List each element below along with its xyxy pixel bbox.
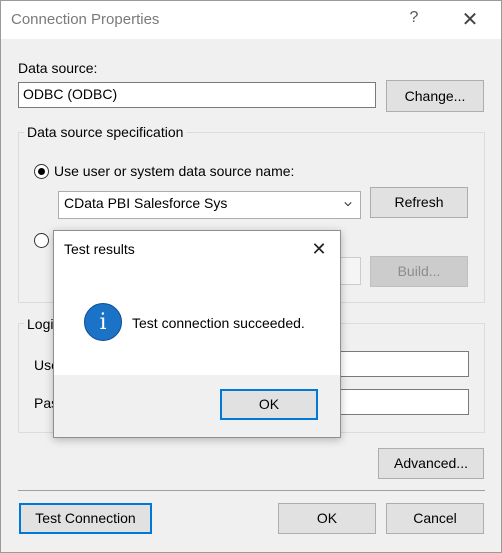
data-source-field[interactable]: ODBC (ODBC) [18, 82, 376, 108]
user-name-field[interactable] [321, 351, 469, 377]
login-group-title: Logi [24, 316, 57, 332]
change-button[interactable]: Change... [386, 80, 484, 112]
footer-separator [18, 490, 485, 491]
test-results-footer: OK [54, 375, 340, 437]
window-title: Connection Properties [11, 11, 160, 28]
close-icon[interactable]: ✕ [306, 237, 332, 261]
chevron-down-icon [344, 202, 352, 207]
advanced-button[interactable]: Advanced... [378, 448, 484, 479]
dsn-select[interactable]: CData PBI Salesforce Sys [58, 191, 361, 219]
test-connection-button[interactable]: Test Connection [19, 503, 152, 534]
test-results-title: Test results [64, 241, 135, 257]
refresh-button[interactable]: Refresh [370, 187, 468, 218]
cancel-button[interactable]: Cancel [386, 503, 484, 534]
radio-selected-dot [38, 168, 45, 175]
info-icon: i [84, 303, 122, 341]
data-source-label: Data source: [18, 60, 98, 76]
test-results-dialog: Test results ✕ i Test connection succeed… [53, 230, 341, 438]
help-button[interactable]: ? [404, 9, 424, 31]
test-results-message: Test connection succeeded. [132, 315, 305, 331]
password-field[interactable] [321, 389, 469, 415]
use-dsn-label[interactable]: Use user or system data source name: [54, 163, 294, 179]
data-source-value: ODBC (ODBC) [23, 86, 118, 102]
test-results-ok-button[interactable]: OK [220, 389, 318, 420]
ok-button[interactable]: OK [278, 503, 376, 534]
build-button: Build... [370, 256, 468, 287]
close-icon[interactable]: ✕ [456, 9, 484, 31]
connection-string-radio[interactable] [34, 233, 49, 248]
dsn-selected-value: CData PBI Salesforce Sys [64, 195, 228, 211]
data-source-specification-title: Data source specification [24, 124, 187, 140]
use-dsn-radio[interactable] [34, 164, 49, 179]
title-bar: Connection Properties ? ✕ [1, 1, 501, 39]
